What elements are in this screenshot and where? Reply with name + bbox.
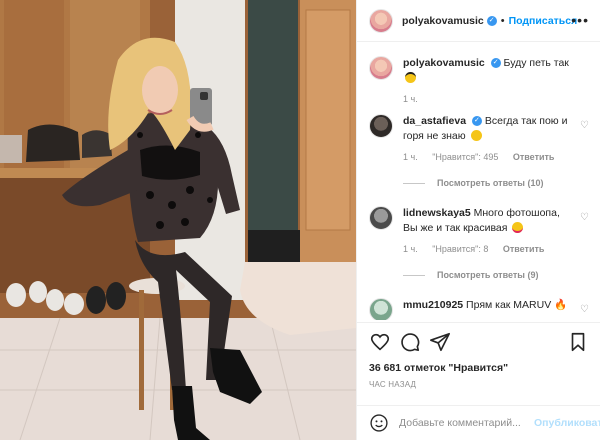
divider-line bbox=[403, 183, 425, 185]
like-comment-heart-icon[interactable]: ♡ bbox=[580, 304, 589, 315]
comments-list[interactable]: polyakovamusic ✓ Буду петь так 1 ч. da_a… bbox=[357, 42, 600, 320]
view-replies-label: Посмотреть ответы (10) bbox=[437, 178, 544, 188]
comment-likes[interactable]: "Нравится": 495 bbox=[432, 152, 498, 162]
likes-count[interactable]: 36 681 отметок "Нравится" bbox=[369, 362, 508, 374]
post-details-panel: polyakovamusic ✓ • Подписаться ••• polya… bbox=[356, 0, 600, 440]
view-replies-button[interactable]: Посмотреть ответы (10) bbox=[403, 178, 543, 188]
author-avatar[interactable] bbox=[369, 56, 393, 80]
comment-username[interactable]: da_astafieva bbox=[403, 115, 466, 127]
more-options-icon[interactable]: ••• bbox=[571, 12, 589, 28]
publish-button[interactable]: Опубликовать bbox=[534, 417, 600, 429]
verified-icon: ✓ bbox=[486, 15, 497, 26]
comment-input[interactable] bbox=[399, 417, 534, 429]
author-avatar[interactable] bbox=[369, 8, 393, 33]
comment-time: 1 ч. bbox=[403, 244, 418, 254]
follow-button[interactable]: Подписаться bbox=[509, 15, 578, 27]
caption-time: 1 ч. bbox=[403, 94, 418, 104]
post-photo bbox=[0, 0, 356, 440]
sunglasses-emoji-icon bbox=[405, 72, 416, 83]
verified-icon: ✓ bbox=[471, 116, 482, 127]
comment-time: 1 ч. bbox=[403, 152, 418, 162]
divider-line bbox=[403, 275, 425, 277]
comment-likes[interactable]: "Нравится": 8 bbox=[432, 244, 488, 254]
smile-icon[interactable] bbox=[369, 413, 389, 433]
caption-text: Буду петь так bbox=[503, 57, 569, 69]
verified-icon: ✓ bbox=[490, 58, 501, 69]
share-icon[interactable] bbox=[429, 331, 451, 353]
post-actions-bar bbox=[357, 322, 600, 358]
like-comment-heart-icon[interactable]: ♡ bbox=[580, 212, 589, 223]
comment-username[interactable]: lidnewskaya5 bbox=[403, 207, 471, 219]
commenter-avatar[interactable] bbox=[369, 298, 393, 320]
separator-dot: • bbox=[500, 14, 505, 27]
caption-username[interactable]: polyakovamusic bbox=[403, 57, 485, 69]
post-header: polyakovamusic ✓ • Подписаться ••• bbox=[357, 0, 600, 42]
photo-illustration bbox=[0, 0, 356, 440]
view-replies-button[interactable]: Посмотреть ответы (9) bbox=[403, 270, 538, 280]
commenter-avatar[interactable] bbox=[369, 114, 393, 138]
fire-emoji-icon: 🔥 bbox=[554, 299, 568, 311]
grin-sweat-emoji-icon bbox=[470, 130, 482, 141]
reply-button[interactable]: Ответить bbox=[513, 152, 555, 162]
comment-row: lidnewskaya5 Много фотошопа, Вы же и так… bbox=[369, 206, 593, 257]
add-comment-bar: Опубликовать bbox=[357, 405, 600, 440]
posted-time: ЧАС НАЗАД bbox=[369, 380, 417, 389]
caption-row: polyakovamusic ✓ Буду петь так 1 ч. bbox=[369, 56, 593, 107]
comment-row: mmu210925 Прям как MARUV 🔥 ♡ bbox=[369, 298, 593, 320]
view-replies-label: Посмотреть ответы (9) bbox=[437, 270, 539, 280]
reply-button[interactable]: Ответить bbox=[503, 244, 545, 254]
author-username[interactable]: polyakovamusic bbox=[402, 15, 484, 27]
like-comment-heart-icon[interactable]: ♡ bbox=[580, 120, 589, 131]
bookmark-icon[interactable] bbox=[567, 331, 589, 353]
commenter-avatar[interactable] bbox=[369, 206, 393, 230]
heart-eyes-emoji-icon bbox=[512, 222, 524, 233]
comment-text: Прям как MARUV bbox=[466, 299, 552, 311]
comment-icon[interactable] bbox=[399, 331, 421, 353]
comment-username[interactable]: mmu210925 bbox=[403, 299, 463, 311]
comment-row: da_astafieva ✓ Всегда так пою и горя не … bbox=[369, 114, 593, 165]
heart-icon[interactable] bbox=[369, 331, 391, 353]
